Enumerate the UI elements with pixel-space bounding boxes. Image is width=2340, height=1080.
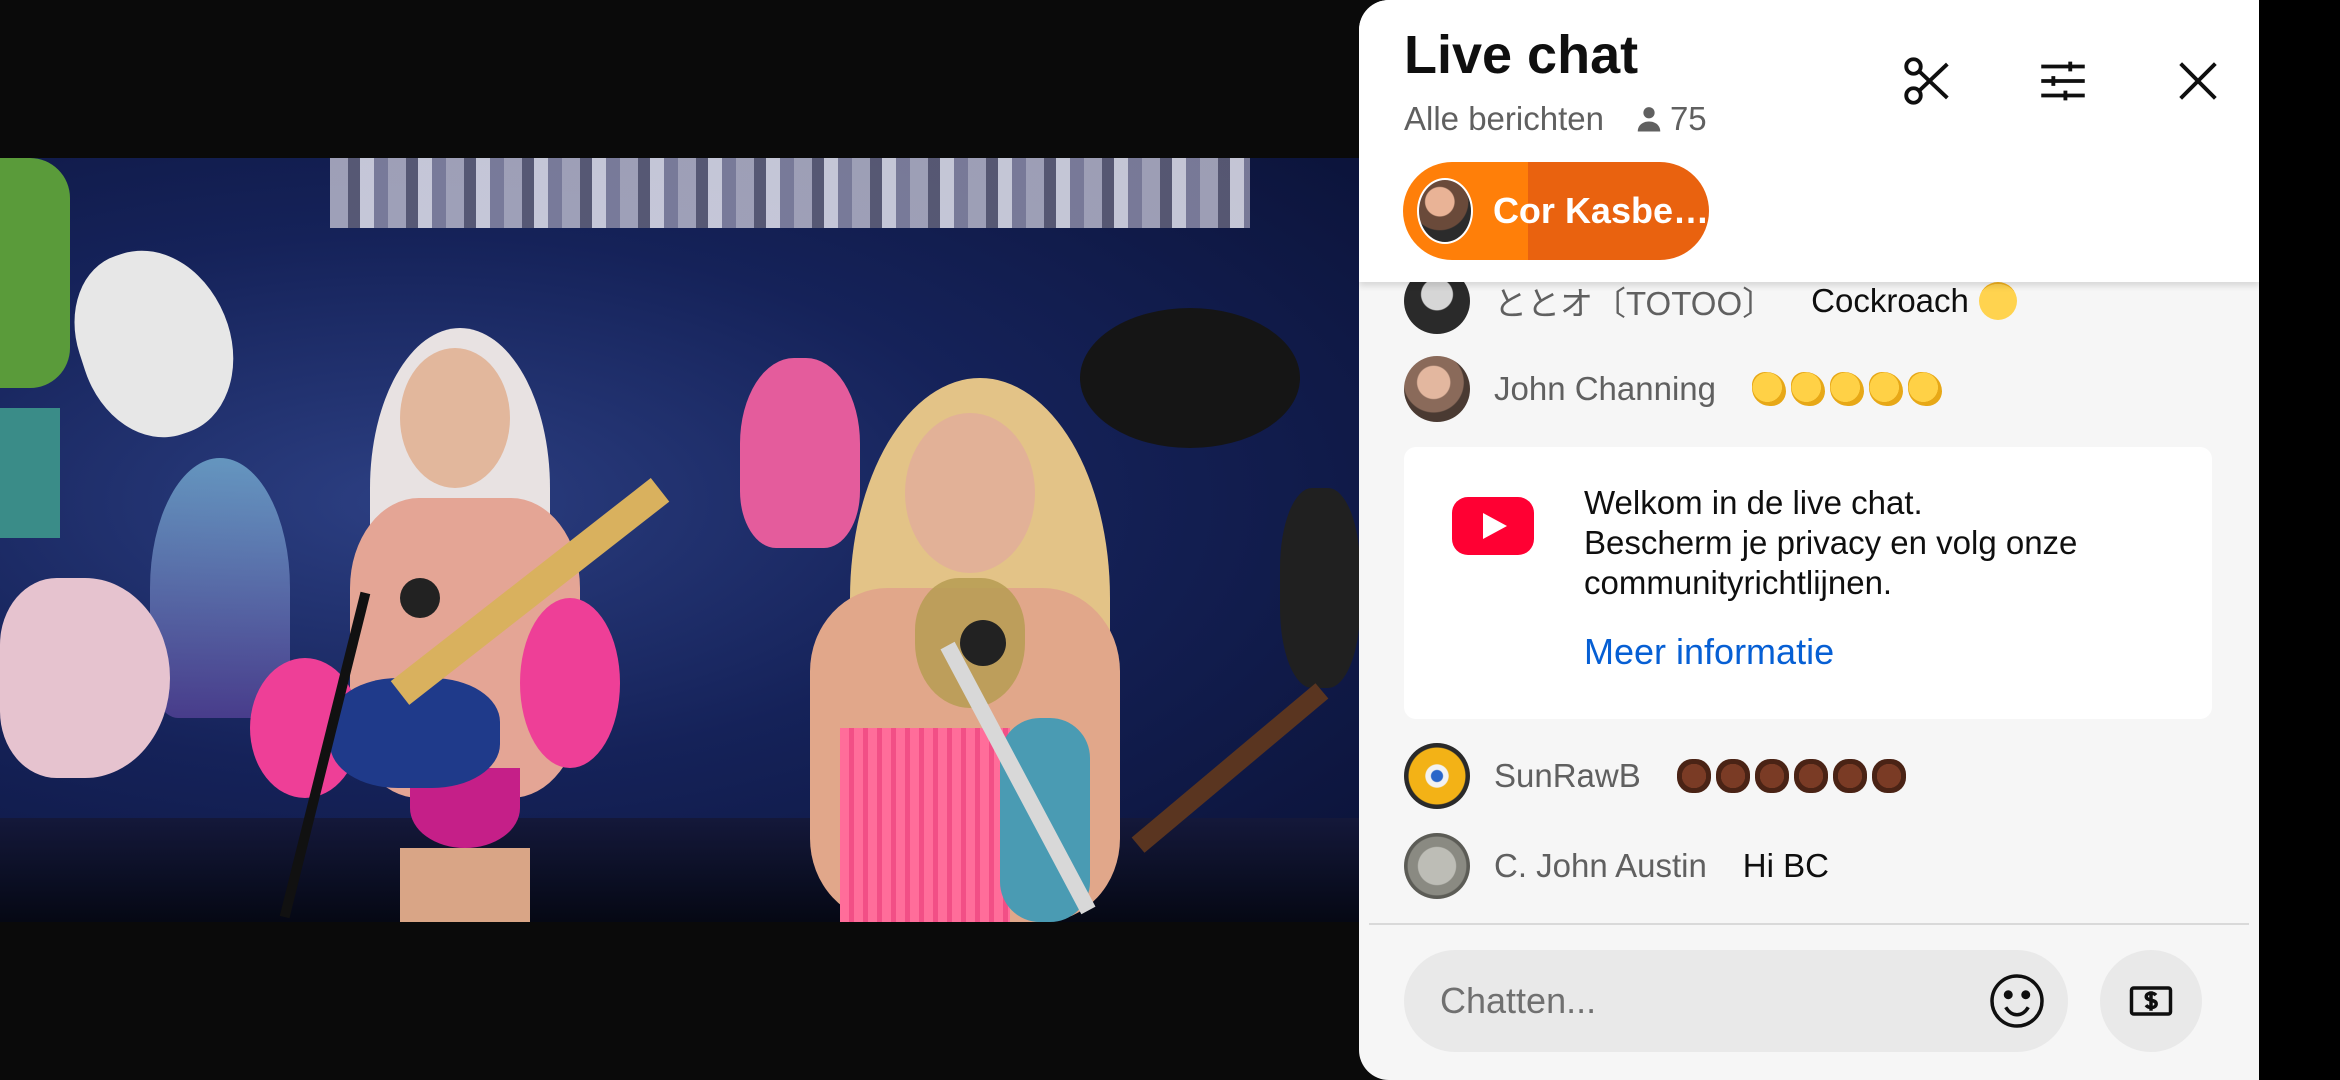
avatar — [1417, 178, 1473, 244]
viewer-count: 75 — [1634, 100, 1707, 138]
cockroach-emoji-icon — [1832, 759, 1867, 793]
avatar — [1404, 356, 1470, 422]
message-text: Cockroach — [1811, 282, 2022, 320]
clip-button[interactable] — [1893, 46, 1963, 116]
stage-decoration — [1280, 488, 1360, 688]
emoji-button[interactable] — [1984, 968, 2050, 1034]
stage-decoration — [0, 578, 170, 778]
super-chat-button[interactable] — [2100, 950, 2202, 1052]
microphone — [960, 620, 1006, 666]
live-chat-panel: Live chat Alle berichten 75 Cor Kasbe… と… — [1359, 0, 2259, 1080]
chat-filter-dropdown[interactable]: Alle berichten 75 — [1404, 100, 1707, 138]
stage-decoration — [740, 358, 860, 548]
close-chat-button[interactable] — [2163, 46, 2233, 116]
chat-input[interactable] — [1404, 950, 2068, 1052]
performer-right — [840, 728, 1010, 922]
person-icon — [1637, 107, 1661, 132]
clapping-hands-emoji-icon — [1869, 372, 1904, 406]
screen-edge — [2259, 0, 2340, 1080]
clapping-hands-emoji-icon — [1830, 372, 1865, 406]
welcome-line-2: Bescherm je privacy en volg onze communi… — [1584, 524, 2078, 601]
video-frame[interactable] — [0, 158, 1360, 922]
message-text — [1676, 759, 1911, 793]
welcome-line-1: Welkom in de live chat. — [1584, 484, 1923, 521]
cockroach-emoji-icon — [1793, 759, 1828, 793]
close-icon — [2179, 62, 2217, 100]
message-text — [1752, 372, 1947, 406]
chat-message[interactable]: John Channing — [1404, 356, 1947, 422]
stage-decoration — [1080, 308, 1300, 448]
viewer-count-value: 75 — [1669, 100, 1707, 137]
video-player[interactable] — [0, 0, 1360, 1080]
message-author: C. John Austin — [1494, 847, 1707, 884]
stage-decoration — [0, 158, 70, 388]
cockroach-emoji-icon — [1871, 759, 1906, 793]
clapping-hands-emoji-icon — [1752, 372, 1787, 406]
scissors-icon — [1904, 57, 1949, 105]
message-author: ととオ〔TOTOO〕 — [1494, 285, 1776, 322]
cockroach-emoji-icon — [1715, 759, 1750, 793]
money-icon — [2129, 986, 2173, 1016]
welcome-card: Welkom in de live chat. Bescherm je priv… — [1404, 447, 2212, 719]
chat-title: Live chat — [1404, 25, 1639, 85]
microphone — [400, 578, 440, 618]
stage-tinsel — [330, 158, 1250, 228]
more-info-link[interactable]: Meer informatie — [1584, 631, 1834, 673]
welcome-text: Welkom in de live chat. Bescherm je priv… — [1584, 483, 2194, 603]
performer-right — [905, 413, 1035, 573]
stage-decoration — [54, 229, 256, 457]
chat-settings-button[interactable] — [2028, 46, 2098, 116]
chat-message[interactable]: SunRawB — [1404, 743, 1911, 809]
cockroach-emoji-icon — [1754, 759, 1789, 793]
rolling-eyes-emoji-icon — [1978, 282, 2017, 320]
performer-left — [520, 598, 620, 768]
sliders-icon — [2041, 61, 2085, 101]
divider — [1369, 923, 2249, 925]
performer-left — [400, 348, 510, 488]
chat-filter-label: Alle berichten — [1404, 100, 1604, 137]
message-author: John Channing — [1494, 370, 1717, 407]
youtube-logo-icon — [1452, 497, 1534, 555]
pinned-chip-label: Cor Kasbe… — [1492, 190, 1709, 231]
message-author: SunRawB — [1494, 757, 1641, 794]
clapping-hands-emoji-icon — [1908, 372, 1943, 406]
message-text: Hi BC — [1742, 847, 1829, 884]
cockroach-emoji-icon — [1676, 759, 1711, 793]
message-text-value: Cockroach — [1811, 282, 1969, 319]
pinned-donation-chip[interactable]: Cor Kasbe… — [1403, 162, 1709, 260]
clapping-hands-emoji-icon — [1791, 372, 1826, 406]
stage-decoration — [0, 408, 60, 538]
chat-header: Live chat Alle berichten 75 Cor Kasbe… — [1359, 0, 2259, 282]
chat-message[interactable]: C. John Austin Hi BC — [1404, 833, 1829, 899]
performer-left — [400, 848, 530, 922]
avatar — [1404, 743, 1470, 809]
avatar — [1404, 833, 1470, 899]
smiley-icon — [1990, 974, 2044, 1028]
